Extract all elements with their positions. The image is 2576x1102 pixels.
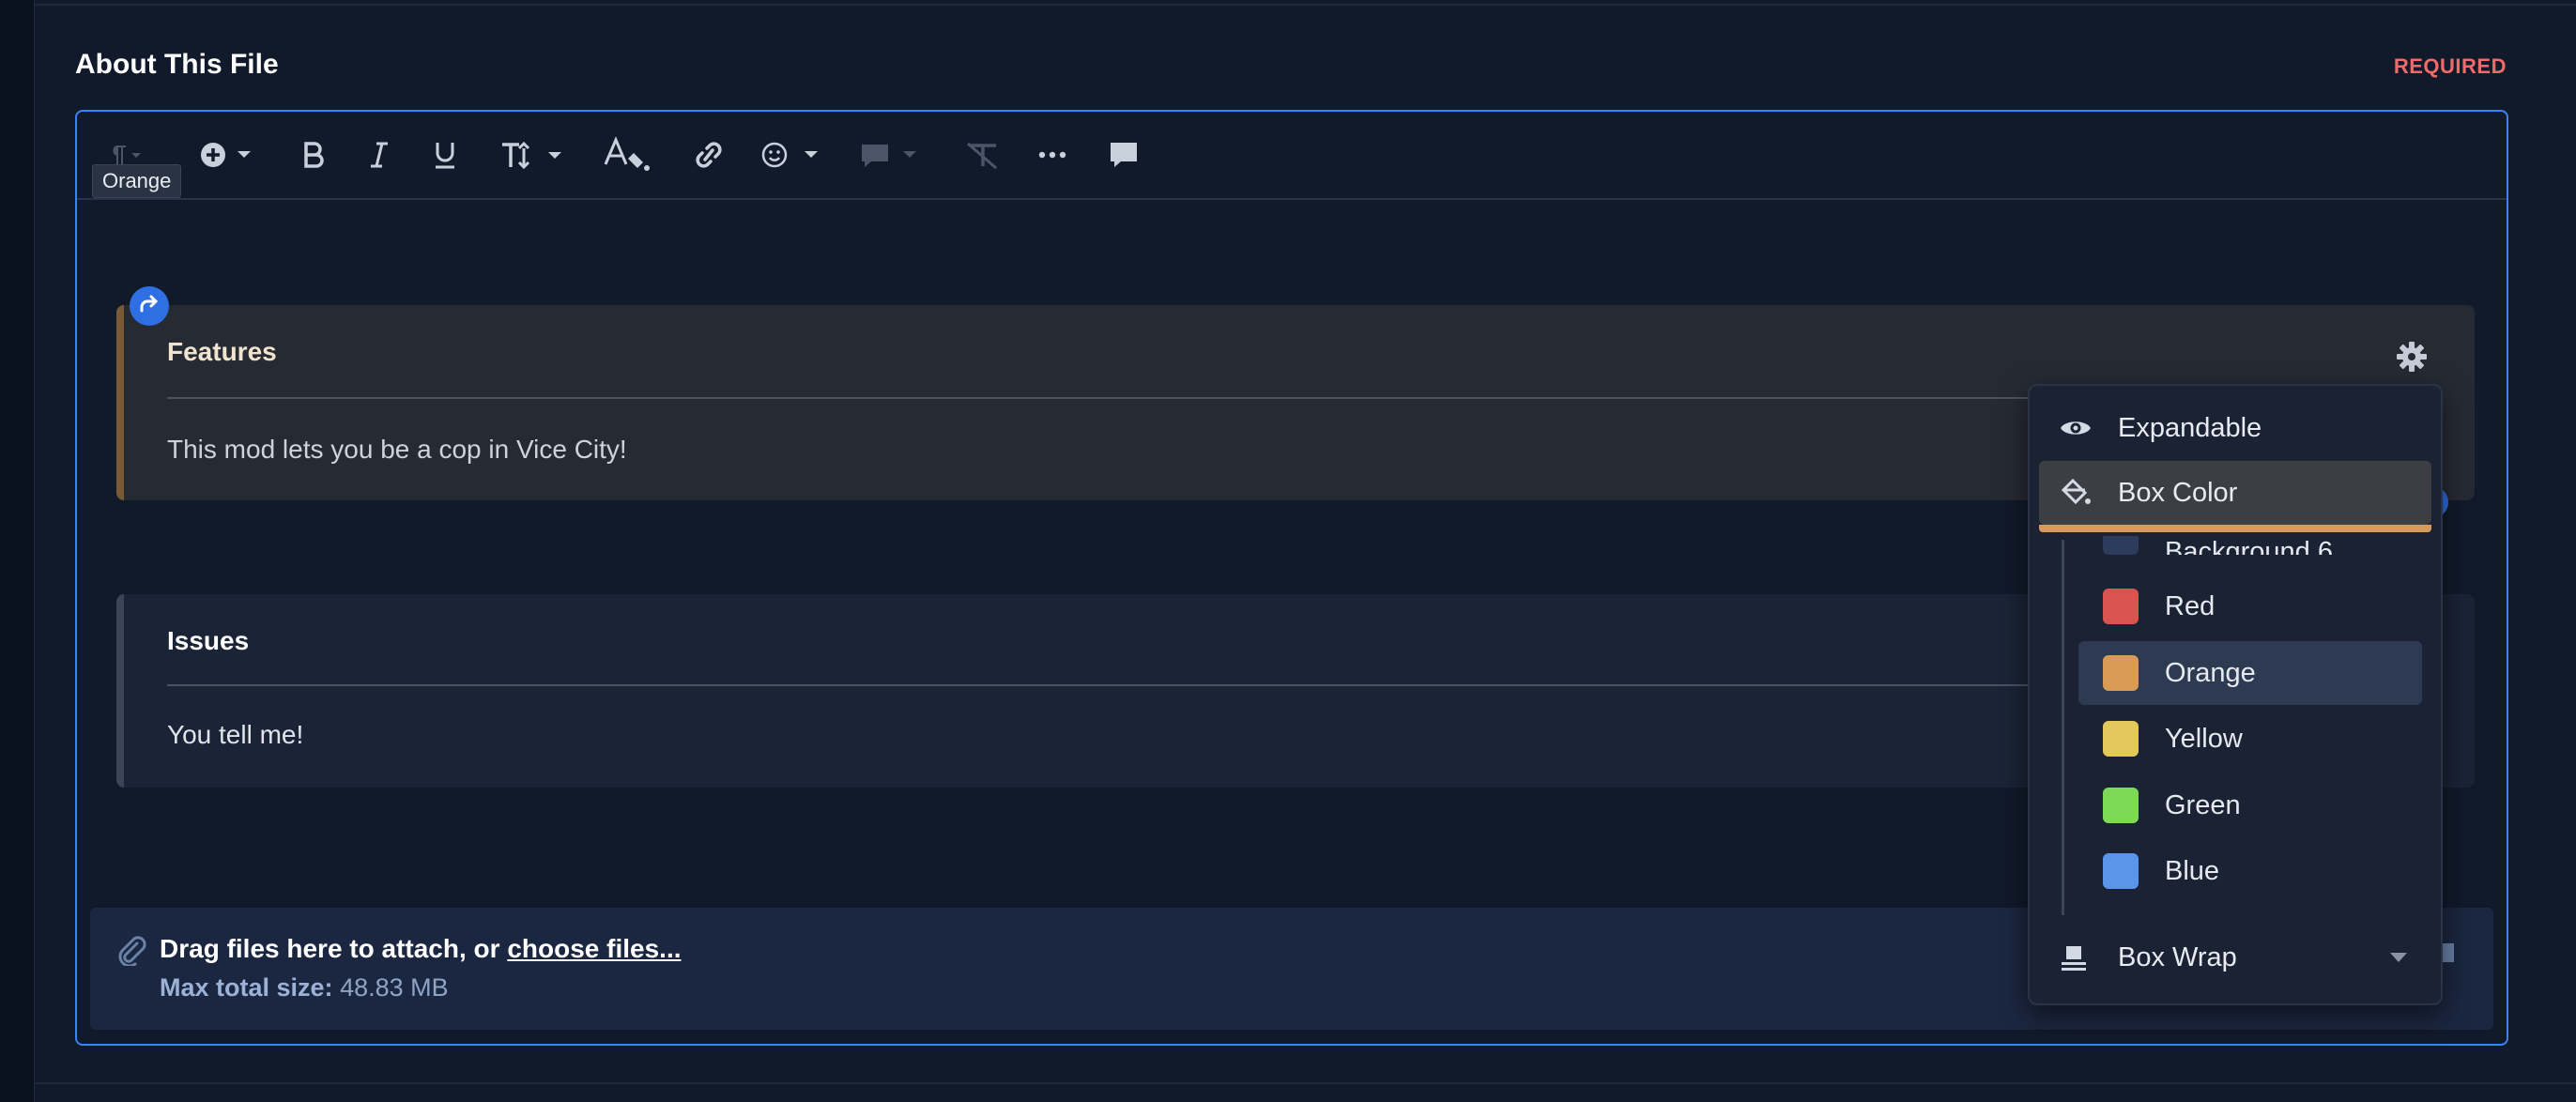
features-box-body[interactable]: This mod lets you be a cop in Vice City!: [167, 435, 627, 465]
menu-item-expandable[interactable]: Expandable: [2039, 397, 2431, 459]
gear-icon: [2396, 342, 2428, 376]
eye-icon: [2060, 416, 2097, 440]
paint-bucket-icon: [2060, 479, 2097, 507]
tooltip: Orange: [92, 164, 182, 198]
features-box-title[interactable]: Features: [167, 337, 277, 367]
attach-prefix: Drag files here to attach, or: [160, 934, 508, 963]
section-title: About This File: [75, 49, 279, 80]
link-icon: [690, 141, 728, 169]
italic-icon: [367, 141, 391, 169]
editor-toolbar: Orange: [77, 112, 2507, 200]
bottom-divider: [34, 1082, 2576, 1084]
clear-format-button[interactable]: [959, 132, 1006, 177]
issues-box-title[interactable]: Issues: [167, 626, 249, 656]
paperclip-icon: [115, 934, 146, 971]
page-backdrop: [0, 0, 34, 1102]
max-size-value: 48.83 MB: [340, 973, 449, 1002]
top-divider: [34, 4, 2576, 6]
color-option-label: Red: [2165, 590, 2216, 621]
quote-button[interactable]: [856, 132, 926, 177]
quote-icon: [860, 140, 922, 170]
color-option-blue[interactable]: Blue: [2078, 839, 2422, 903]
color-option-green[interactable]: Green: [2078, 773, 2422, 837]
color-option-label: Blue: [2165, 855, 2220, 886]
emoji-button[interactable]: [759, 132, 826, 177]
menu-item-box-wrap[interactable]: Box Wrap: [2039, 926, 2431, 988]
color-option-label: Yellow: [2165, 723, 2243, 754]
color-option-label: Background 6: [2165, 537, 2333, 555]
insert-button[interactable]: [195, 132, 261, 177]
more-button[interactable]: [1029, 132, 1076, 177]
submenu-rail: [2062, 540, 2064, 915]
max-size-info: Max total size: 48.83 MB: [160, 973, 449, 1003]
box-wrap-icon: [2060, 943, 2097, 972]
more-icon: [1037, 150, 1067, 160]
color-option-label: Green: [2165, 789, 2241, 820]
max-size-label: Max total size:: [160, 973, 333, 1002]
choose-files-link[interactable]: choose files...: [507, 934, 681, 963]
color-option-orange[interactable]: Orange: [2078, 641, 2422, 705]
font-size-button[interactable]: [496, 132, 571, 177]
box-move-handle[interactable]: [130, 286, 169, 326]
color-swatch: [2103, 853, 2139, 889]
font-size-icon: [499, 140, 567, 170]
issues-box-body[interactable]: You tell me!: [167, 720, 303, 750]
menu-item-label: Box Wrap: [2118, 941, 2237, 972]
underline-button[interactable]: [424, 132, 466, 177]
color-option-label: Orange: [2165, 657, 2256, 688]
menu-item-label: Expandable: [2118, 412, 2262, 443]
link-button[interactable]: [685, 132, 732, 177]
color-swatch: [2103, 788, 2139, 823]
menu-item-box-color[interactable]: Box Color: [2039, 461, 2431, 525]
comment-button[interactable]: [1100, 132, 1147, 177]
box-settings-menu: Expandable Box Color Background 6 Red Or…: [2028, 384, 2443, 1005]
insert-icon: [200, 140, 256, 170]
box-settings-button[interactable]: [2396, 341, 2428, 377]
italic-button[interactable]: [359, 132, 400, 177]
required-label: REQUIRED: [2393, 54, 2507, 78]
emoji-icon: [761, 140, 823, 170]
text-color-icon: [602, 136, 658, 174]
color-option-red[interactable]: Red: [2078, 574, 2422, 638]
bold-button[interactable]: [293, 132, 334, 177]
redo-arrow-icon: [138, 294, 161, 319]
color-swatch: [2103, 721, 2139, 757]
clear-format-icon: [964, 140, 1002, 170]
text-color-button[interactable]: [599, 132, 661, 177]
color-option-yellow[interactable]: Yellow: [2078, 707, 2422, 771]
color-option-background-6[interactable]: Background 6: [2078, 521, 2422, 555]
chevron-down-icon: [2390, 953, 2407, 962]
color-swatch: [2103, 589, 2139, 624]
color-swatch: [2103, 655, 2139, 691]
attach-instructions: Drag files here to attach, or choose fil…: [160, 934, 682, 964]
color-swatch: [2103, 536, 2139, 555]
menu-item-label: Box Color: [2118, 477, 2238, 508]
underline-icon: [432, 140, 458, 170]
bold-icon: [301, 141, 326, 169]
comment-icon: [1108, 140, 1140, 170]
